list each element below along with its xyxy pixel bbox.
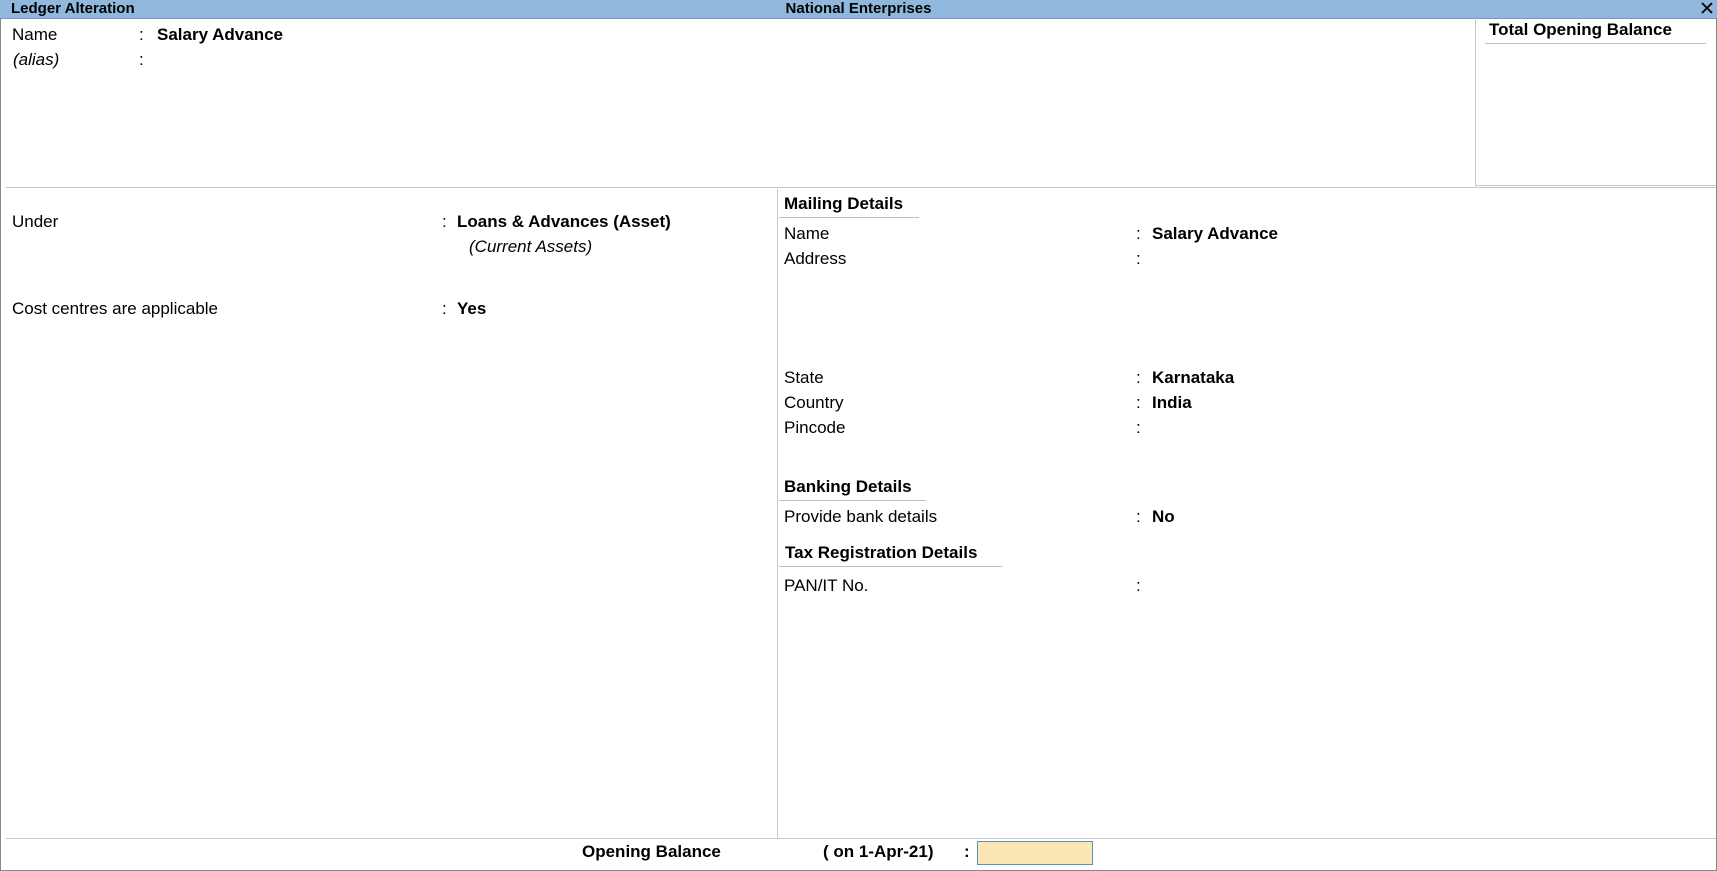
state-value[interactable]: Karnataka: [1152, 368, 1234, 388]
address-colon: :: [1136, 249, 1141, 268]
under-value[interactable]: Loans & Advances (Asset): [457, 212, 671, 232]
opening-balance-input[interactable]: [977, 841, 1093, 865]
mailing-name-colon: :: [1136, 224, 1141, 243]
under-parent-group: (Current Assets): [469, 237, 593, 256]
pan-label: PAN/IT No.: [784, 576, 869, 595]
alias-label: (alias): [13, 50, 60, 69]
mailing-name-label: Name: [784, 224, 830, 243]
tob-bottom-line: [1475, 185, 1716, 186]
name-colon: :: [139, 25, 144, 44]
total-opening-balance-label: Total Opening Balance: [1489, 20, 1672, 39]
banking-heading-underline: [779, 500, 926, 501]
opening-balance-date: ( on 1-Apr-21): [823, 842, 934, 861]
opening-balance-label: Opening Balance: [582, 842, 721, 861]
under-colon: :: [442, 212, 447, 231]
tax-heading-underline: [779, 566, 1002, 567]
title-bar: Ledger Alteration National Enterprises: [0, 0, 1717, 19]
opening-balance-colon: :: [964, 842, 970, 861]
pincode-colon: :: [1136, 418, 1141, 437]
name-value[interactable]: Salary Advance: [157, 25, 283, 45]
address-label: Address: [784, 249, 847, 268]
country-label: Country: [784, 393, 844, 412]
name-label: Name: [12, 25, 58, 44]
mailing-heading-underline: [779, 217, 919, 218]
under-label: Under: [12, 212, 59, 231]
close-icon[interactable]: [1699, 0, 1715, 16]
pincode-label: Pincode: [784, 418, 846, 437]
cost-centres-value[interactable]: Yes: [457, 299, 486, 319]
provide-bank-details-value[interactable]: No: [1152, 507, 1175, 527]
country-colon: :: [1136, 393, 1141, 412]
mailing-name-value[interactable]: Salary Advance: [1152, 224, 1278, 244]
pan-colon: :: [1136, 576, 1141, 595]
mailing-details-heading: Mailing Details: [784, 194, 904, 213]
country-value[interactable]: India: [1152, 393, 1192, 413]
pane-divider: [777, 189, 778, 838]
provide-bank-details-colon: :: [1136, 507, 1141, 526]
tob-underline: [1485, 43, 1706, 44]
company-name: National Enterprises: [785, 0, 932, 17]
ledger-form: [0, 18, 1717, 871]
tax-registration-heading: Tax Registration Details: [785, 543, 978, 562]
header-divider: [6, 187, 1716, 188]
cost-centres-colon: :: [442, 299, 447, 318]
cost-centres-label: Cost centres are applicable: [12, 299, 219, 318]
state-colon: :: [1136, 368, 1141, 387]
alias-colon: :: [139, 50, 144, 69]
footer-divider: [6, 838, 1716, 839]
banking-details-heading: Banking Details: [784, 477, 912, 496]
tob-divider: [1475, 18, 1476, 185]
provide-bank-details-label: Provide bank details: [784, 507, 938, 526]
state-label: State: [784, 368, 824, 387]
